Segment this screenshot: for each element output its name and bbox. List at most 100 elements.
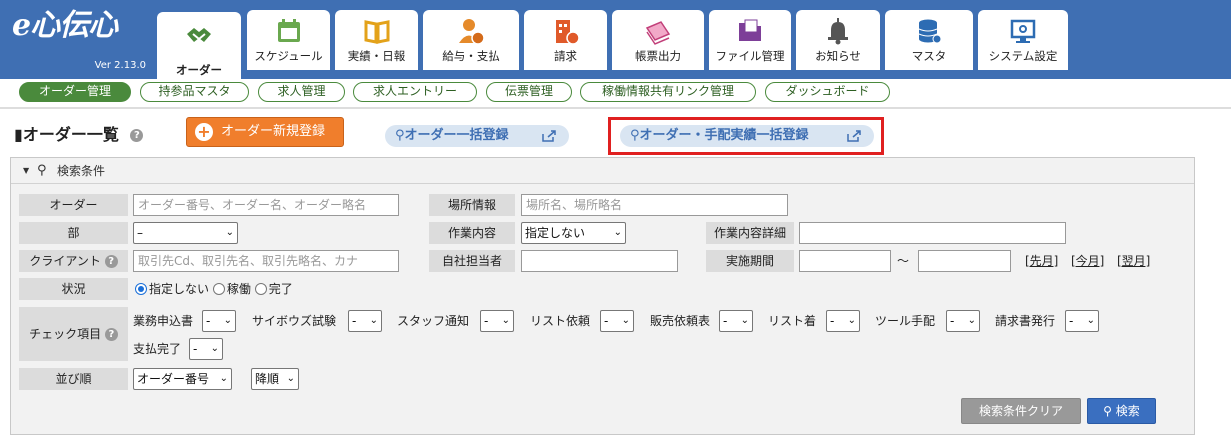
period-label: 実施期間 — [706, 250, 794, 272]
work-detail-input[interactable] — [799, 222, 1066, 244]
subnav-slip-management[interactable]: 伝票管理 — [486, 82, 572, 102]
book-icon — [364, 20, 389, 44]
plus-icon: + — [195, 123, 213, 141]
chevron-down-icon: ⌄ — [286, 373, 295, 384]
subnav-dashboard[interactable]: ダッシュボード — [765, 82, 890, 102]
check-label: ツール手配 — [875, 314, 936, 328]
search-button[interactable]: ⚲ 検索 — [1087, 398, 1156, 424]
nav-tab-news[interactable]: お知らせ — [796, 10, 880, 70]
sort-label: 並び順 — [19, 368, 128, 390]
subnav-order-management[interactable]: オーダー管理 — [19, 82, 131, 102]
check-select-tool-arrange[interactable]: - ⌄ — [946, 310, 980, 332]
check-select-staff-notice[interactable]: - ⌄ — [480, 310, 514, 332]
nav-tab-order[interactable]: オーダー — [157, 12, 241, 81]
subnav-job-management[interactable]: 求人管理 — [258, 82, 345, 102]
nav-tab-system-settings[interactable]: システム設定 — [978, 10, 1068, 70]
chevron-down-icon: ⌄ — [219, 373, 228, 384]
chevron-down-icon: ⌄ — [501, 315, 510, 326]
nav-tab-results[interactable]: 実績・日報 — [335, 10, 418, 70]
period-end-input[interactable] — [918, 250, 1011, 272]
status-radio-active[interactable]: 稼働 — [212, 282, 251, 296]
period-start-input[interactable] — [799, 250, 891, 272]
chevron-down-icon: ⌄ — [225, 227, 234, 238]
period-separator: ～ — [897, 254, 910, 268]
search-icon: ⚲ — [1103, 404, 1112, 418]
nav-tab-payroll[interactable]: 給与・支払 — [423, 10, 519, 70]
status-radio-group: 指定しない 稼働 完了 — [135, 279, 293, 299]
nav-tab-schedule[interactable]: スケジュール — [247, 10, 330, 70]
prev-month-link[interactable]: [先月] — [1025, 251, 1058, 271]
nav-tab-files[interactable]: ファイル管理 — [709, 10, 791, 70]
client-input[interactable]: 取引先Cd、取引先名、取引先略名、カナ — [133, 250, 399, 272]
page-title: ▮オーダー一覧 ? — [14, 121, 144, 145]
status-radio-unspecified[interactable]: 指定しない — [135, 282, 209, 296]
check-label: スタッフ通知 — [397, 314, 470, 328]
chevron-down-icon: ⌄ — [210, 343, 219, 354]
radio-icon — [254, 283, 267, 295]
check-label: 販売依頼表 — [650, 314, 711, 328]
subnav-shared-link-management[interactable]: 稼働情報共有リンク管理 — [580, 82, 756, 102]
subnav-job-entry[interactable]: 求人エントリー — [353, 82, 477, 102]
help-icon[interactable]: ? — [104, 328, 118, 341]
place-input[interactable]: 場所名、場所略名 — [521, 194, 788, 216]
clear-conditions-button[interactable]: 検索条件クリア — [961, 398, 1081, 424]
chevron-down-icon: ⌄ — [740, 315, 749, 326]
check-label: リスト依頼 — [530, 314, 591, 328]
nav-tab-label: 実績・日報 — [347, 49, 406, 63]
help-icon[interactable]: ? — [104, 255, 118, 268]
radio-icon — [212, 283, 225, 295]
external-link-icon — [542, 130, 556, 142]
check-select-sales-request[interactable]: - ⌄ — [719, 310, 753, 332]
work-select[interactable]: 指定しない ⌄ — [521, 222, 626, 244]
app-logo[interactable]: e心伝心 Ver 2.13.0 — [6, 8, 152, 74]
chevron-down-icon: ⌄ — [613, 227, 622, 238]
calendar-icon — [277, 19, 300, 42]
nav-tab-forms[interactable]: 帳票出力 — [612, 10, 704, 70]
check-label: リスト着 — [768, 314, 817, 328]
bulk-order-register-link[interactable]: ⚲オーダー一括登録 — [385, 125, 569, 147]
chevron-down-icon: ⌄ — [223, 315, 232, 326]
logo-text: e心伝心 — [12, 8, 118, 43]
new-order-button[interactable]: + オーダー新規登録 — [186, 117, 344, 147]
order-input[interactable]: オーダー番号、オーダー名、オーダー略名 — [133, 194, 399, 216]
status-radio-done[interactable]: 完了 — [254, 282, 293, 296]
collapse-triangle-icon: ▼ — [23, 166, 30, 175]
highlight-box — [608, 117, 884, 155]
payroll-icon — [459, 19, 485, 45]
staff-input[interactable] — [521, 250, 678, 272]
check-select-list-request[interactable]: - ⌄ — [600, 310, 634, 332]
dept-select[interactable]: – ⌄ — [133, 222, 238, 244]
bookmark-icon: ▮ — [14, 125, 23, 144]
client-label: クライアント ? — [19, 250, 128, 272]
subnav-carry-items-master[interactable]: 持参品マスタ — [140, 82, 249, 102]
search-panel-header[interactable]: ▼ ⚲ 検索条件 — [11, 158, 1194, 184]
check-select-invoice[interactable]: - ⌄ — [1065, 310, 1099, 332]
sort-field-select[interactable]: オーダー番号 ⌄ — [133, 368, 232, 390]
check-select-cybozu[interactable]: - ⌄ — [348, 310, 382, 332]
chevron-down-icon: ⌄ — [369, 315, 378, 326]
chevron-down-icon: ⌄ — [1086, 315, 1095, 326]
building-invoice-icon — [555, 20, 580, 45]
handshake-icon — [187, 28, 211, 42]
next-month-link[interactable]: [翌月] — [1117, 251, 1150, 271]
staff-label: 自社担当者 — [429, 250, 515, 272]
check-select-list-arrival[interactable]: - ⌄ — [826, 310, 860, 332]
this-month-link[interactable]: [今月] — [1071, 251, 1104, 271]
help-icon[interactable]: ? — [130, 129, 144, 142]
check-label: 支払完了 — [133, 342, 182, 356]
check-select-application[interactable]: - ⌄ — [202, 310, 236, 332]
nav-tab-billing[interactable]: 請求 — [524, 10, 607, 70]
nav-tab-label: 帳票出力 — [635, 49, 681, 63]
link-icon: ⚲ — [395, 128, 405, 143]
search-icon: ⚲ — [37, 163, 47, 178]
chevron-down-icon: ⌄ — [967, 315, 976, 326]
documents-icon — [645, 21, 671, 45]
check-select-payment[interactable]: - ⌄ — [189, 338, 223, 360]
chevron-down-icon: ⌄ — [847, 315, 856, 326]
sort-direction-select[interactable]: 降順 ⌄ — [251, 368, 299, 390]
check-label: 請求書発行 — [995, 314, 1056, 328]
status-label: 状況 — [19, 278, 128, 300]
chevron-down-icon: ⌄ — [621, 315, 630, 326]
nav-tab-master[interactable]: マスタ — [885, 10, 973, 70]
order-label: オーダー — [19, 194, 128, 216]
